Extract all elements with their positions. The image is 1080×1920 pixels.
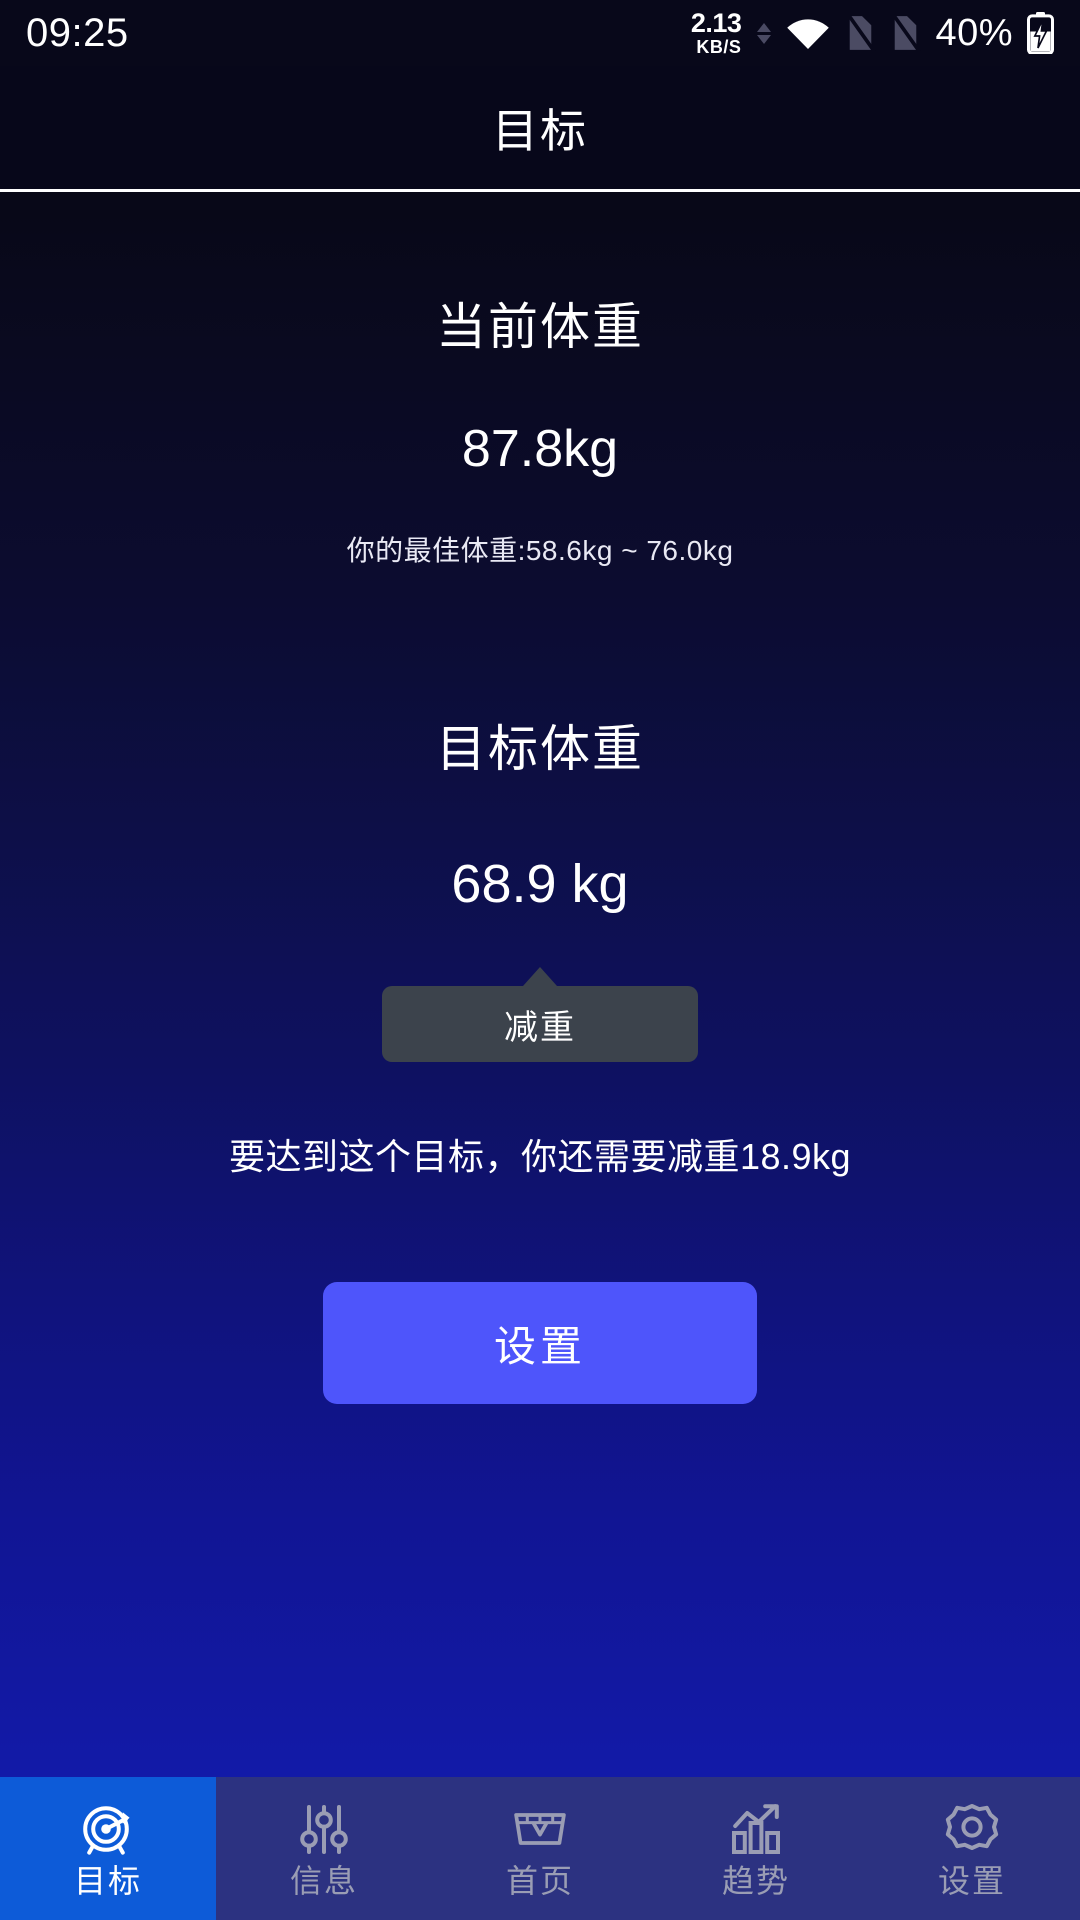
nav-item-home[interactable]: 首页 (432, 1777, 648, 1920)
nav-item-goal[interactable]: 目标 (0, 1777, 216, 1920)
network-speed: 2.13 KB/S (690, 8, 742, 57)
current-weight-label: 当前体重 (436, 299, 644, 355)
network-speed-value: 2.13 (690, 8, 742, 38)
nav-label-settings: 设置 (937, 1862, 1006, 1899)
phone-screen: 09:25 2.13 KB/S 40% 目标 当前体重 87.8kg 你的最佳体… (0, 0, 1080, 1920)
wifi-icon (787, 19, 830, 50)
tooltip-label: 减重 (504, 1008, 576, 1047)
trend-chart-icon (732, 1803, 781, 1854)
status-bar: 09:25 2.13 KB/S 40% (0, 0, 1080, 66)
battery-charging-icon (1027, 12, 1054, 54)
goal-description: 要达到这个目标，你还需要减重18.9kg (228, 1136, 852, 1177)
status-icons: 2.13 KB/S 40% (691, 10, 1054, 56)
tooltip-body: 减重 (382, 986, 698, 1062)
nav-item-settings[interactable]: 设置 (864, 1777, 1080, 1920)
sim-off-icon (847, 13, 877, 53)
target-weight-label: 目标体重 (436, 721, 644, 777)
nav-label-trend: 趋势 (721, 1862, 790, 1899)
nav-label-info: 信息 (289, 1862, 358, 1899)
current-weight-value: 87.8kg (461, 420, 619, 478)
bottom-navigation: 目标 信息 首页 趋势 设置 (0, 1777, 1080, 1920)
traffic-down-icon (757, 34, 772, 44)
goal-type-tooltip: 减重 (382, 967, 698, 1062)
tooltip-arrow-icon (523, 967, 557, 986)
status-clock: 09:25 (26, 11, 129, 55)
scale-icon (514, 1812, 566, 1845)
target-weight-value: 68.9 kg (451, 854, 629, 914)
traffic-arrows-icon (757, 22, 772, 44)
settings-button[interactable]: 设置 (323, 1282, 757, 1404)
sim-off-icon-2 (892, 13, 922, 53)
nav-item-trend[interactable]: 趋势 (648, 1777, 864, 1920)
nav-item-info[interactable]: 信息 (216, 1777, 432, 1920)
network-speed-unit: KB/S (696, 37, 742, 57)
page-title: 目标 (492, 104, 588, 157)
ideal-weight-range: 你的最佳体重:58.6kg ~ 76.0kg (346, 535, 734, 566)
main-content: 当前体重 87.8kg 你的最佳体重:58.6kg ~ 76.0kg 目标体重 … (0, 192, 1080, 1777)
settings-button-label: 设置 (493, 1322, 586, 1370)
target-icon (83, 1805, 130, 1855)
battery-percent: 40% (935, 11, 1013, 54)
traffic-up-icon (757, 22, 772, 32)
sliders-icon (300, 1804, 348, 1854)
app-header: 目标 (0, 66, 1080, 192)
nav-label-goal: 目标 (73, 1862, 142, 1899)
gear-icon (945, 1803, 999, 1850)
nav-label-home: 首页 (505, 1862, 574, 1899)
